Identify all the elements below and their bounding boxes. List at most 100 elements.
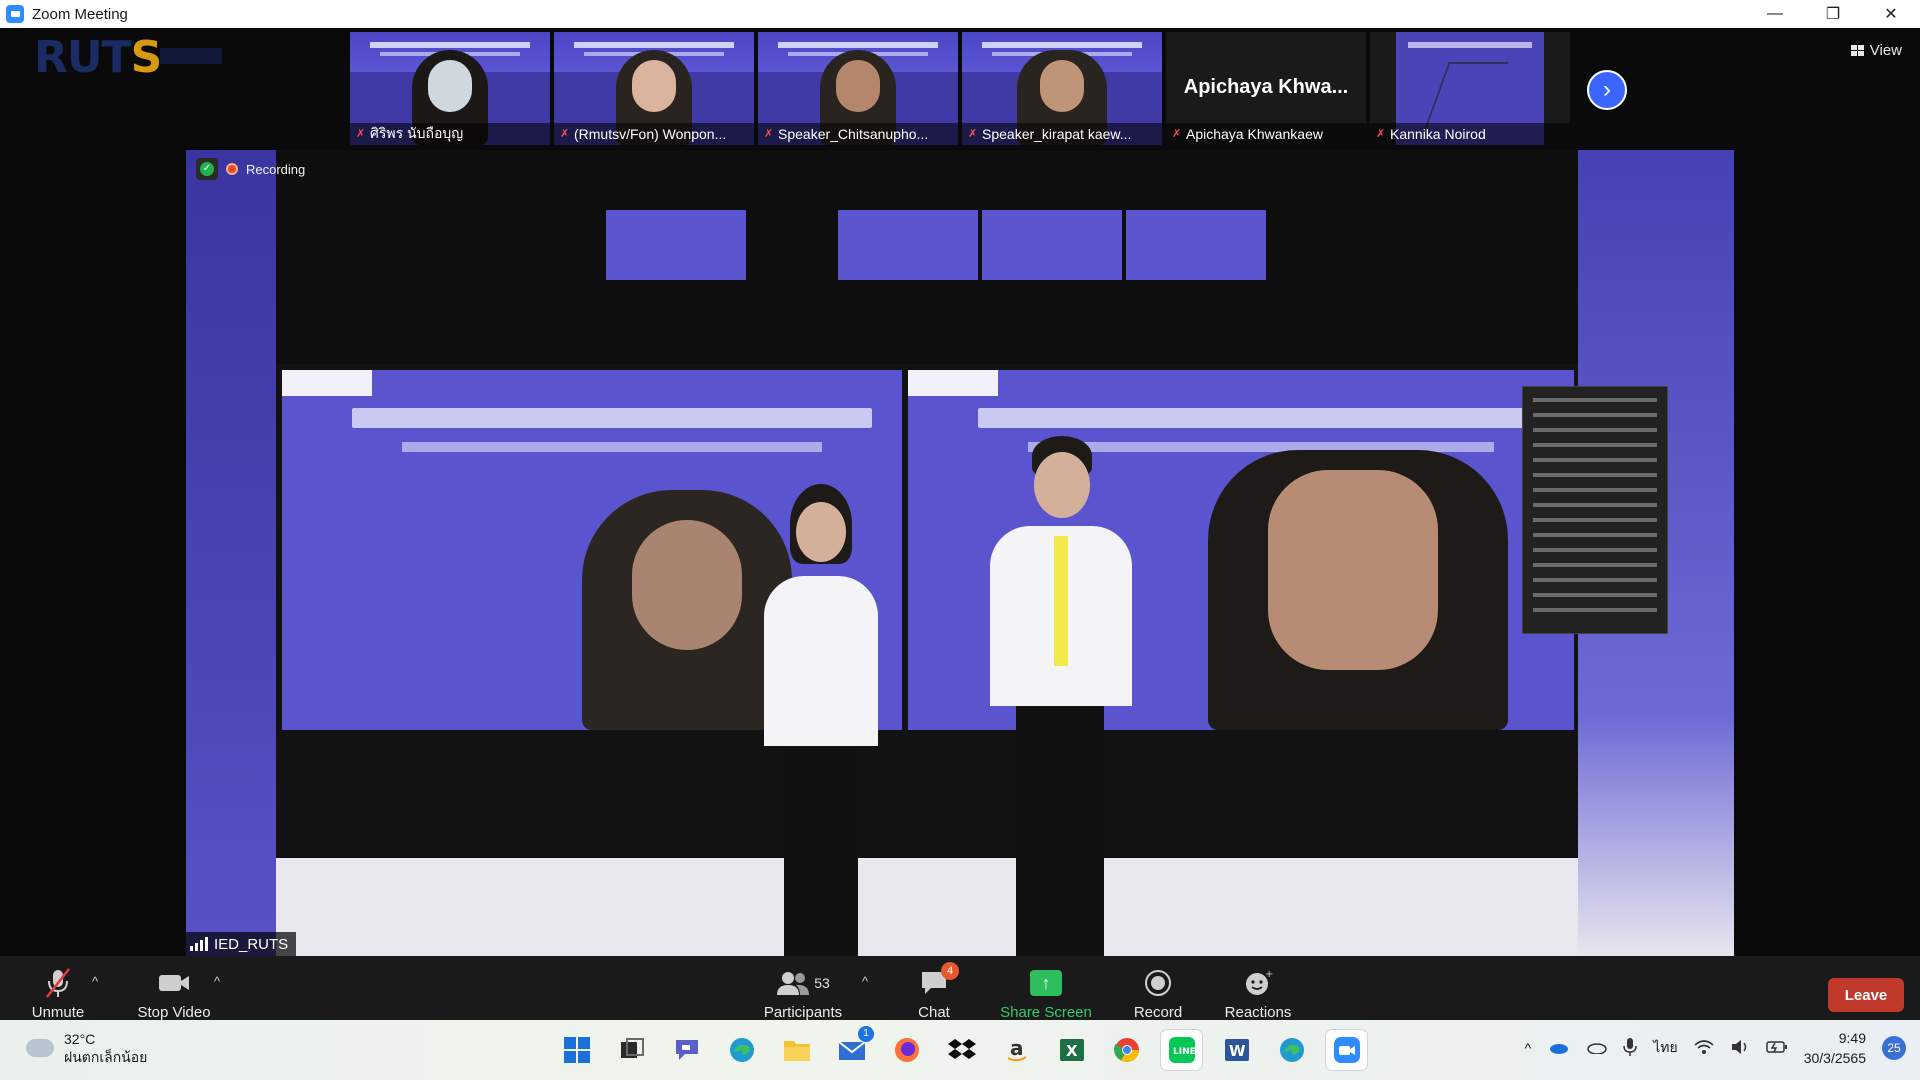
system-clock[interactable]: 9:49 30/3/2565	[1804, 1028, 1866, 1068]
thumb-name-bar: ✗ Kannika Noirod	[1370, 123, 1570, 145]
projected-thumb	[838, 210, 978, 280]
weather-widget[interactable]: 32°C ฝนตกเล็กน้อย	[26, 1030, 147, 1066]
svg-text:LINE: LINE	[1173, 1047, 1196, 1057]
dropbox-icon[interactable]	[941, 1030, 982, 1070]
participants-button[interactable]: 53 Participants	[762, 966, 844, 1021]
participant-face	[428, 60, 472, 112]
restore-button[interactable]: ❐	[1804, 0, 1862, 28]
muted-mic-icon: ✗	[1172, 128, 1182, 140]
video-camera-icon	[157, 966, 191, 1000]
zoom-app-icon	[6, 5, 24, 23]
panel-title-text	[352, 408, 872, 428]
participants-count: 53	[814, 975, 830, 991]
taskbar-apps: 1 a X LINE W	[556, 1026, 1367, 1070]
show-hidden-icons-chevron-icon[interactable]: ^	[1525, 1040, 1532, 1056]
muted-mic-icon: ✗	[968, 128, 978, 140]
participant-face	[836, 60, 880, 112]
participant-thumbnail[interactable]: Apichaya Khwa... ✗ Apichaya Khwankaew	[1166, 32, 1366, 145]
window-controls: — ❐ ✕	[1746, 0, 1920, 28]
close-button[interactable]: ✕	[1862, 0, 1920, 28]
participant-thumbnail[interactable]: ✗ ศิริพร นับถือบุญ	[350, 32, 550, 145]
onedrive-cloud-icon[interactable]	[1547, 1040, 1569, 1057]
participant-name: Apichaya Khwankaew	[1186, 126, 1323, 142]
panel-logo-tag	[282, 370, 372, 396]
microphone-tray-icon[interactable]	[1623, 1037, 1637, 1060]
mail-badge: 1	[858, 1026, 874, 1042]
amazon-icon[interactable]: a	[996, 1030, 1037, 1070]
participant-name: ศิริพร นับถือบุญ	[370, 125, 464, 141]
muted-mic-icon: ✗	[356, 128, 366, 140]
weather-description: ฝนตกเล็กน้อย	[64, 1049, 148, 1065]
rain-cloud-icon	[26, 1039, 54, 1057]
view-label: View	[1869, 42, 1902, 59]
leave-button[interactable]: Leave	[1828, 978, 1904, 1012]
thumb-name-bar: ✗ (Rmutsv/Fon) Wonpon...	[554, 123, 754, 145]
participant-thumbnail[interactable]: ✗ (Rmutsv/Fon) Wonpon...	[554, 32, 754, 145]
reactions-label: Reactions	[1224, 1004, 1292, 1021]
audio-options-chevron-icon[interactable]: ^	[92, 974, 98, 989]
participant-thumbnail[interactable]: ✗ Kannika Noirod	[1370, 32, 1570, 145]
record-circle-icon	[1145, 966, 1171, 1000]
participant-name: Kannika Noirod	[1390, 126, 1486, 142]
logo-subtitle-graphic	[160, 48, 222, 64]
participant-thumbnail[interactable]: ✗ Speaker_kirapat kaew...	[962, 32, 1162, 145]
wifi-icon[interactable]	[1694, 1039, 1714, 1058]
panel-logo-tag	[908, 370, 998, 396]
participant-face	[1040, 60, 1084, 112]
edge-browser-icon[interactable]	[721, 1030, 762, 1070]
participant-big-name: Apichaya Khwa...	[1183, 76, 1349, 98]
stop-video-button[interactable]: Stop Video	[136, 966, 212, 1021]
thumb-name-bar: ✗ Speaker_kirapat kaew...	[962, 123, 1162, 145]
chat-unread-badge: 4	[941, 962, 959, 980]
mail-icon[interactable]: 1	[831, 1026, 874, 1070]
ruts-logo: RUTS	[34, 32, 163, 83]
chrome-icon[interactable]	[1106, 1030, 1147, 1070]
smiley-reaction-icon: +	[1243, 966, 1273, 1000]
record-label: Record	[1133, 1004, 1183, 1021]
recording-indicator: ✓ Recording	[196, 158, 305, 180]
zoom-taskbar-icon[interactable]	[1326, 1030, 1367, 1070]
share-screen-label: Share Screen	[1000, 1004, 1092, 1021]
svg-text:W: W	[1229, 1042, 1246, 1060]
participants-options-chevron-icon[interactable]: ^	[862, 974, 868, 989]
thumb-banner-text	[982, 42, 1142, 48]
minimize-button[interactable]: —	[1746, 0, 1804, 28]
file-explorer-icon[interactable]	[776, 1030, 817, 1070]
muted-mic-icon: ✗	[764, 128, 774, 140]
window-title: Zoom Meeting	[32, 5, 128, 23]
participant-face	[632, 60, 676, 112]
participant-thumbnail[interactable]: ✗ Speaker_Chitsanupho...	[758, 32, 958, 145]
panel-person-face	[1268, 470, 1438, 670]
excel-icon[interactable]: X	[1051, 1030, 1092, 1070]
next-page-arrow-icon[interactable]: ›	[1587, 70, 1627, 110]
input-language[interactable]: ไทย	[1653, 1037, 1677, 1059]
windows-start-icon[interactable]	[556, 1030, 597, 1070]
logo-text-b: S	[130, 32, 163, 83]
record-button[interactable]: Record	[1132, 966, 1184, 1021]
active-speaker-video: ✓ Recording IED_RUTS	[186, 150, 1734, 956]
battery-charging-icon[interactable]	[1765, 1040, 1788, 1057]
view-button[interactable]: View	[1850, 42, 1902, 59]
thumb-name-bar: ✗ ศิริพร นับถือบุญ	[350, 123, 550, 145]
onedrive-personal-cloud-icon[interactable]	[1585, 1040, 1607, 1057]
reactions-button[interactable]: + Reactions	[1224, 966, 1292, 1021]
panel-person-face	[632, 520, 742, 650]
svg-text:+: +	[1265, 969, 1273, 980]
svg-text:X: X	[1066, 1042, 1078, 1060]
word-icon[interactable]: W	[1216, 1030, 1257, 1070]
share-screen-button[interactable]: ↑ Share Screen	[1000, 966, 1092, 1021]
firefox-icon[interactable]	[886, 1030, 927, 1070]
weather-text: 32°C ฝนตกเล็กน้อย	[64, 1030, 147, 1066]
unmute-button[interactable]: Unmute	[30, 966, 86, 1021]
line-app-icon[interactable]: LINE	[1161, 1030, 1202, 1070]
teams-chat-icon[interactable]	[666, 1030, 707, 1070]
participant-name: Speaker_Chitsanupho...	[778, 126, 929, 142]
notification-count-badge[interactable]: 25	[1882, 1036, 1906, 1060]
signal-strength-icon	[190, 937, 208, 951]
edge-profile-icon[interactable]	[1271, 1030, 1312, 1070]
video-options-chevron-icon[interactable]: ^	[214, 974, 220, 989]
chat-button[interactable]: 4 Chat	[914, 962, 959, 1021]
volume-icon[interactable]	[1730, 1039, 1750, 1058]
task-view-icon[interactable]	[611, 1030, 652, 1070]
grid-view-icon	[1850, 45, 1864, 56]
